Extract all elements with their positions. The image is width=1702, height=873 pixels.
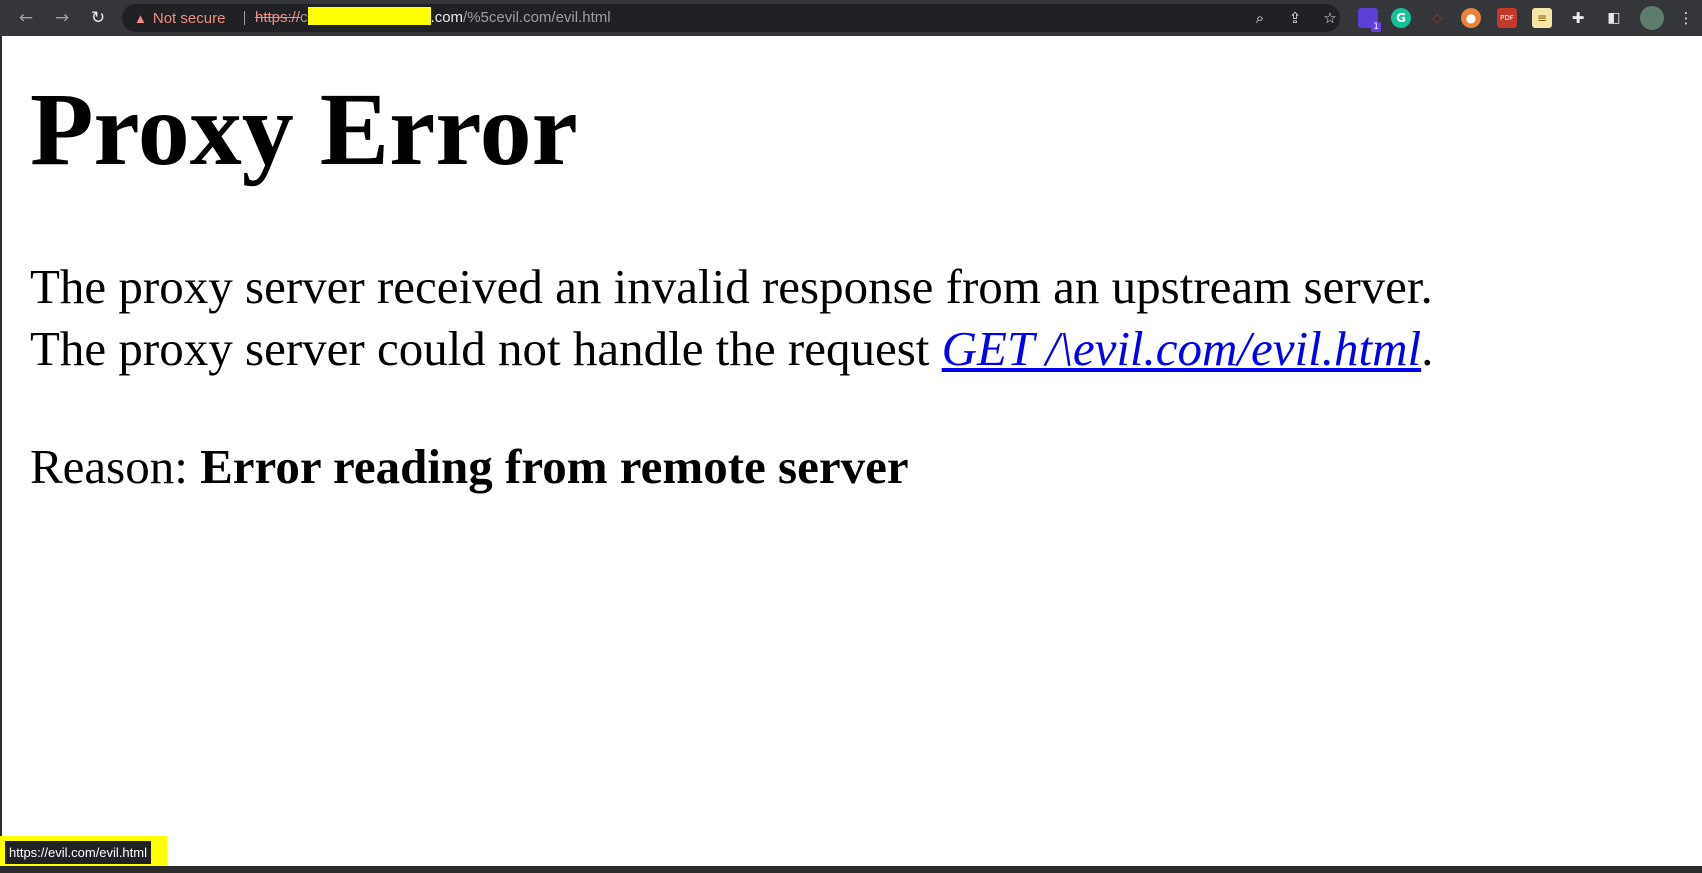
reload-icon[interactable]: ↻ <box>86 6 110 30</box>
extension-shield-icon[interactable]: 1 <box>1358 8 1381 32</box>
address-bar[interactable]: ▲ Not secure https://c .com/%5cevil.com/e… <box>122 4 1340 32</box>
url-scheme: https:// <box>255 9 301 26</box>
security-divider <box>244 11 245 25</box>
extension-fox-icon[interactable]: ● <box>1461 8 1481 28</box>
menu-kebab-icon[interactable]: ⋮ <box>1676 8 1696 28</box>
url-host-suffix: .com <box>430 9 464 26</box>
error-line-1: The proxy server received an invalid res… <box>30 259 1433 314</box>
grammarly-label: G <box>1396 11 1406 25</box>
security-chip[interactable]: ▲ Not secure <box>134 4 225 32</box>
forward-arrow-icon[interactable]: → <box>50 6 74 30</box>
error-line-2-prefix: The proxy server could not handle the re… <box>30 321 942 376</box>
profile-avatar[interactable] <box>1640 6 1664 30</box>
grammarly-icon[interactable]: G <box>1391 8 1411 28</box>
page-title: Proxy Error <box>30 72 578 187</box>
warning-triangle-icon: ▲ <box>134 10 147 26</box>
url-prefix-fragment: c <box>300 9 308 26</box>
window-frame <box>0 36 2 873</box>
pdf-label: PDF <box>1500 14 1514 22</box>
reason-line: Reason: Error reading from remote server <box>30 436 909 498</box>
error-paragraph: The proxy server received an invalid res… <box>30 256 1433 380</box>
error-line-2-suffix: . <box>1421 321 1434 376</box>
extension-badge-count: 1 <box>1371 22 1381 32</box>
window-bottom-edge <box>0 866 1702 873</box>
side-panel-icon[interactable]: ◧ <box>1604 8 1624 28</box>
url-path: /%5cevil.com/evil.html <box>463 9 611 26</box>
back-arrow-icon[interactable]: ← <box>14 6 38 30</box>
browser-toolbar: ← → ↻ ▲ Not secure https://c .com/%5cevil… <box>0 0 1702 36</box>
zoom-icon[interactable]: ⌕ <box>1248 6 1272 30</box>
reason-label: Reason: <box>30 439 201 494</box>
notes-extension-icon[interactable]: ≡ <box>1532 8 1552 28</box>
redaction-block <box>307 7 431 25</box>
bookmark-star-icon[interactable]: ☆ <box>1318 6 1342 30</box>
pdf-extension-icon[interactable]: PDF <box>1497 8 1517 28</box>
share-icon[interactable]: ⇪ <box>1283 6 1307 30</box>
status-bar-url: https://evil.com/evil.html <box>5 841 151 864</box>
extension-diamond-icon[interactable]: ◇ <box>1427 8 1447 28</box>
request-link[interactable]: GET /\evil.com/evil.html <box>942 321 1421 376</box>
reason-text: Error reading from remote server <box>200 439 909 494</box>
url-text[interactable]: https://c .com/%5cevil.com/evil.html <box>255 4 611 32</box>
puzzle-extensions-icon[interactable]: ✚ <box>1568 8 1588 28</box>
security-label: Not secure <box>152 9 226 27</box>
